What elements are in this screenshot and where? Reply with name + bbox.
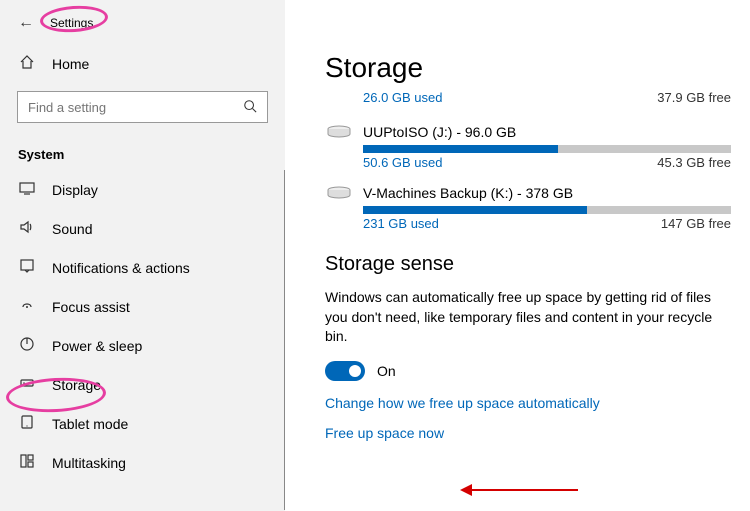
storage-sense-toggle[interactable] <box>325 361 365 381</box>
drive-label: UUPtoISO (J:) - 96.0 GB <box>363 124 516 140</box>
sidebar-item-display[interactable]: Display <box>0 170 285 209</box>
sidebar-item-home[interactable]: Home <box>0 44 285 83</box>
search-field[interactable] <box>28 100 243 115</box>
sidebar-item-label: Power & sleep <box>52 338 142 354</box>
sidebar-item-tablet-mode[interactable]: Tablet mode <box>0 404 285 443</box>
drive-free-label: 147 GB free <box>661 216 731 231</box>
tablet-icon <box>18 414 36 433</box>
main-content: Storage 26.0 GB used 37.9 GB free UUPtoI… <box>285 0 750 511</box>
sidebar-item-label: Tablet mode <box>52 416 128 432</box>
search-icon <box>243 99 257 116</box>
drive-free-label: 45.3 GB free <box>657 155 731 170</box>
drive-row[interactable]: UUPtoISO (J:) - 96.0 GB 50.6 GB used 45.… <box>325 123 722 170</box>
search-input[interactable] <box>17 91 268 123</box>
usage-bar <box>363 206 731 214</box>
page-title: Storage <box>325 52 722 84</box>
focus-assist-icon <box>18 297 36 316</box>
sidebar-divider <box>284 170 285 510</box>
toggle-state-label: On <box>377 363 396 379</box>
sidebar-item-sound[interactable]: Sound <box>0 209 285 248</box>
drive-row[interactable]: V-Machines Backup (K:) - 378 GB 231 GB u… <box>325 184 722 231</box>
storage-icon <box>18 375 36 394</box>
drive-icon <box>325 123 353 141</box>
primary-free-label: 37.9 GB free <box>657 90 731 105</box>
notifications-icon <box>18 258 36 277</box>
power-icon <box>18 336 36 355</box>
display-icon <box>18 180 36 199</box>
sidebar-item-label: Sound <box>52 221 92 237</box>
drive-label: V-Machines Backup (K:) - 378 GB <box>363 185 573 201</box>
sidebar-item-label: Notifications & actions <box>52 260 190 276</box>
sidebar-item-focus-assist[interactable]: Focus assist <box>0 287 285 326</box>
home-icon <box>18 54 36 73</box>
sidebar: ← Settings Home System Display Sound Not… <box>0 0 285 511</box>
drive-used-link[interactable]: 231 GB used <box>363 216 439 231</box>
sidebar-item-notifications[interactable]: Notifications & actions <box>0 248 285 287</box>
primary-drive-summary: 26.0 GB used 37.9 GB free <box>363 90 722 105</box>
back-icon[interactable]: ← <box>18 14 40 32</box>
primary-used-link[interactable]: 26.0 GB used <box>363 90 443 105</box>
multitasking-icon <box>18 453 36 472</box>
drive-used-link[interactable]: 50.6 GB used <box>363 155 443 170</box>
window-title: Settings <box>50 16 93 30</box>
storage-sense-title: Storage sense <box>325 253 722 276</box>
sidebar-item-label: Storage <box>52 377 101 393</box>
drive-icon <box>325 184 353 202</box>
sidebar-item-multitasking[interactable]: Multitasking <box>0 443 285 482</box>
sidebar-item-label: Home <box>52 56 89 72</box>
sidebar-item-label: Multitasking <box>52 455 126 471</box>
free-up-now-link[interactable]: Free up space now <box>325 425 722 441</box>
change-free-up-link[interactable]: Change how we free up space automaticall… <box>325 395 722 411</box>
sound-icon <box>18 219 36 238</box>
sidebar-item-label: Display <box>52 182 98 198</box>
usage-bar <box>363 145 731 153</box>
sidebar-item-storage[interactable]: Storage <box>0 365 285 404</box>
sidebar-item-power-sleep[interactable]: Power & sleep <box>0 326 285 365</box>
storage-sense-desc: Windows can automatically free up space … <box>325 288 722 347</box>
sidebar-item-label: Focus assist <box>52 299 130 315</box>
sidebar-section-label: System <box>0 135 285 170</box>
